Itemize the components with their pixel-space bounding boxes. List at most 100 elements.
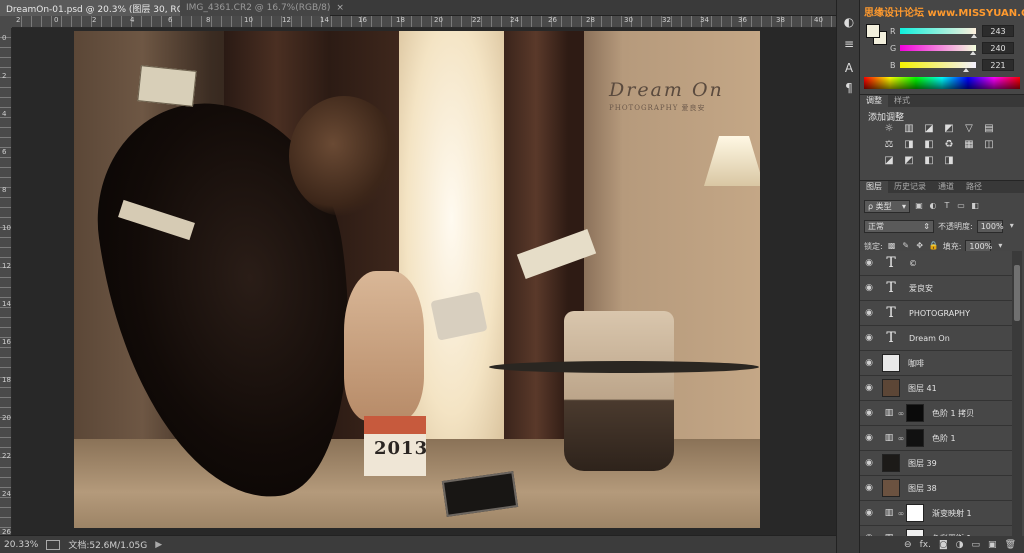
tab-styles[interactable]: 样式 xyxy=(888,95,916,107)
layer-row[interactable]: ◉ ▥ ∞ 色阶 1 拷贝 xyxy=(860,401,1012,426)
layer-row[interactable]: ◉ ▥ ∞ 色阶 1 xyxy=(860,426,1012,451)
smart-object-filter-icon[interactable]: ◧ xyxy=(970,201,980,211)
layers-scrollbar[interactable] xyxy=(1012,251,1022,536)
mask-link-icon[interactable]: ∞ xyxy=(896,434,906,443)
color-spectrum-bar[interactable] xyxy=(864,77,1020,89)
green-slider[interactable] xyxy=(900,45,976,55)
visibility-eye-icon[interactable]: ◉ xyxy=(860,358,878,368)
close-icon[interactable]: × xyxy=(336,3,344,13)
adjustment-preset-icon[interactable]: ▽ xyxy=(962,123,976,135)
visibility-eye-icon[interactable]: ◉ xyxy=(860,433,878,443)
layer-mask-thumbnail[interactable] xyxy=(906,504,924,522)
layer-name[interactable]: Dream On xyxy=(909,334,950,343)
zoom-level[interactable]: 20.33% xyxy=(4,540,38,550)
layer-row[interactable]: ◉ T 爱良安 xyxy=(860,276,1012,301)
adjustment-preset-icon[interactable]: ▦ xyxy=(962,139,976,151)
blend-mode-dropdown[interactable]: 正常 ⇕ xyxy=(864,219,934,233)
adjustment-preset-icon[interactable]: ◧ xyxy=(922,139,936,151)
visibility-eye-icon[interactable]: ◉ xyxy=(860,308,878,318)
visibility-eye-icon[interactable]: ◉ xyxy=(860,333,878,343)
paragraph-panel-icon[interactable]: ¶ xyxy=(841,80,857,96)
foreground-color-swatch[interactable] xyxy=(866,24,880,38)
add-mask-icon[interactable]: ◙ xyxy=(939,540,948,550)
adjustment-layer-icon[interactable]: ▥ xyxy=(882,431,896,445)
link-layers-icon[interactable]: ⊖ xyxy=(904,540,912,550)
layer-thumbnail[interactable] xyxy=(882,379,900,397)
visibility-eye-icon[interactable]: ◉ xyxy=(860,483,878,493)
layer-name[interactable]: 图层 39 xyxy=(908,458,937,469)
adjustment-preset-icon[interactable]: ◪ xyxy=(922,123,936,135)
layer-name[interactable]: 渐变映射 1 xyxy=(932,508,972,519)
layer-mask-thumbnail[interactable] xyxy=(906,404,924,422)
fill-chevron-icon[interactable]: ▾ xyxy=(995,241,1005,251)
adjustment-preset-icon[interactable]: ◨ xyxy=(902,139,916,151)
red-slider-knob[interactable] xyxy=(971,34,977,38)
lock-pixels-icon[interactable]: ✎ xyxy=(901,241,911,251)
layer-name[interactable]: 咖啡 xyxy=(908,358,924,369)
adjustment-filter-icon[interactable]: ◐ xyxy=(928,201,938,211)
layers-scroll-thumb[interactable] xyxy=(1014,265,1020,321)
layer-thumbnail[interactable] xyxy=(882,454,900,472)
green-slider-knob[interactable] xyxy=(970,51,976,55)
visibility-eye-icon[interactable]: ◉ xyxy=(860,508,878,518)
pixel-filter-icon[interactable]: ▣ xyxy=(914,201,924,211)
red-slider[interactable] xyxy=(900,28,977,38)
layer-name[interactable]: 爱良安 xyxy=(909,283,933,294)
layer-row[interactable]: ◉ ▥ ∞ 渐变映射 1 xyxy=(860,501,1012,526)
layer-name[interactable]: © xyxy=(909,259,917,268)
mask-link-icon[interactable]: ∞ xyxy=(896,509,906,518)
layer-thumbnail[interactable] xyxy=(882,479,900,497)
status-menu-arrow-icon[interactable]: ▶ xyxy=(155,540,162,550)
green-value-field[interactable]: 240 xyxy=(982,42,1014,54)
adjustment-layer-icon[interactable]: ▥ xyxy=(882,406,896,420)
blue-slider-knob[interactable] xyxy=(963,68,969,72)
layer-style-icon[interactable]: fx. xyxy=(920,540,931,550)
layer-row[interactable]: ◉ T © xyxy=(860,251,1012,276)
tab-channels[interactable]: 通道 xyxy=(932,181,960,193)
visibility-eye-icon[interactable]: ◉ xyxy=(860,408,878,418)
layer-filter-dropdown[interactable]: ρ 类型 ▾ xyxy=(864,199,910,213)
tab-paths[interactable]: 路径 xyxy=(960,181,988,193)
blue-value-field[interactable]: 221 xyxy=(982,59,1014,71)
adjustment-preset-icon[interactable]: ☼ xyxy=(882,123,896,135)
lock-all-icon[interactable]: 🔒 xyxy=(929,241,939,251)
document-status-icon[interactable] xyxy=(46,539,61,550)
layer-mask-thumbnail[interactable] xyxy=(906,429,924,447)
adjustment-preset-icon[interactable]: ◧ xyxy=(922,155,936,167)
layer-row[interactable]: ◉ 图层 41 xyxy=(860,376,1012,401)
type-filter-icon[interactable]: T xyxy=(942,201,952,211)
new-group-icon[interactable]: ▭ xyxy=(972,540,981,550)
document-tab-dreamon[interactable]: DreamOn-01.psd @ 20.3% (图层 30, RGB/8) * … xyxy=(0,0,223,16)
visibility-eye-icon[interactable]: ◉ xyxy=(860,458,878,468)
vertical-ruler[interactable]: 0 2 4 6 8 10 12 14 16 18 20 22 24 26 xyxy=(0,28,12,536)
blue-slider[interactable] xyxy=(900,62,976,72)
adjustment-preset-icon[interactable]: ▥ xyxy=(902,123,916,135)
character-panel-icon[interactable]: A xyxy=(841,60,857,76)
layer-name[interactable]: PHOTOGRAPHY xyxy=(909,309,970,318)
layer-name[interactable]: 色阶 1 拷贝 xyxy=(932,408,974,419)
document-canvas[interactable]: 2013 Dream On PHOTOGRAPHY 爱良安 xyxy=(74,31,760,528)
layer-row[interactable]: ◉ 图层 39 xyxy=(860,451,1012,476)
opacity-field[interactable]: 100% xyxy=(976,219,1004,233)
lock-position-icon[interactable]: ✥ xyxy=(915,241,925,251)
new-adjustment-icon[interactable]: ◑ xyxy=(956,540,964,550)
red-value-field[interactable]: 243 xyxy=(982,25,1014,37)
adjustment-preset-icon[interactable]: ◪ xyxy=(882,155,896,167)
adjustment-preset-icon[interactable]: ⚖ xyxy=(882,139,896,151)
shape-filter-icon[interactable]: ▭ xyxy=(956,201,966,211)
layer-name[interactable]: 色阶 1 xyxy=(932,433,956,444)
lock-transparency-icon[interactable]: ▩ xyxy=(887,241,897,251)
ruler-corner[interactable] xyxy=(0,16,12,28)
visibility-eye-icon[interactable]: ◉ xyxy=(860,383,878,393)
horizontal-ruler[interactable]: 2 0 2 4 6 8 10 12 14 16 18 20 22 24 26 28 30 32 34 36 38 40 xyxy=(12,16,836,28)
adjustment-preset-icon[interactable]: ◨ xyxy=(942,155,956,167)
layer-row[interactable]: ◉ T PHOTOGRAPHY xyxy=(860,301,1012,326)
mask-link-icon[interactable]: ∞ xyxy=(896,409,906,418)
adjustment-preset-icon[interactable]: ◫ xyxy=(982,139,996,151)
document-tab-img4361[interactable]: IMG_4361.CR2 @ 16.7%(RGB/8) × xyxy=(180,0,344,16)
brush-presets-icon[interactable]: ≡ xyxy=(841,36,857,52)
opacity-chevron-icon[interactable]: ▾ xyxy=(1007,221,1017,231)
layer-name[interactable]: 图层 38 xyxy=(908,483,937,494)
adjustment-preset-icon[interactable]: ◩ xyxy=(942,123,956,135)
color-panel-icon[interactable]: ◐ xyxy=(841,14,857,30)
